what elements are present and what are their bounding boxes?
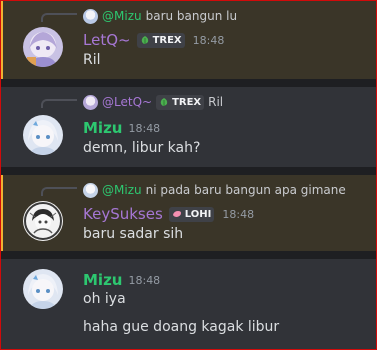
divider: [1, 79, 376, 87]
reply-author[interactable]: @Mizu: [102, 183, 142, 197]
message-3[interactable]: @Mizu ni pada baru bangun apa gimane Key…: [1, 175, 376, 251]
server-tag[interactable]: TREX: [156, 94, 205, 110]
reply-text: baru bangun lu: [145, 9, 238, 23]
timestamp[interactable]: 18:48: [193, 34, 225, 47]
server-tag[interactable]: TREX: [136, 32, 185, 48]
divider: [1, 251, 376, 259]
reply-spine: [41, 13, 77, 22]
reply-spine: [41, 187, 77, 196]
message-2[interactable]: @LetQ~ TREX Ril Mizu 18:48 demn, libur k…: [1, 87, 376, 167]
reply-spine: [41, 99, 77, 108]
avatar[interactable]: [23, 201, 63, 241]
message-header: Mizu 18:48: [83, 119, 160, 137]
reply-text: ni pada baru bangun apa gimane: [145, 183, 346, 197]
reply-avatar: [83, 8, 98, 24]
chat-window: @Mizu baru bangun lu LetQ~ TREX 18:48 Ri…: [0, 0, 377, 350]
message-content: Ril: [83, 52, 101, 68]
divider: [1, 167, 376, 175]
username[interactable]: KeySukses: [83, 205, 163, 223]
username[interactable]: Mizu: [83, 119, 122, 137]
username[interactable]: Mizu: [83, 271, 122, 289]
message-header: Mizu 18:48: [83, 271, 160, 289]
avatar[interactable]: [23, 269, 63, 309]
message-4[interactable]: Mizu 18:48 oh iya haha gue doang kagak l…: [1, 259, 376, 349]
message-1[interactable]: @Mizu baru bangun lu LetQ~ TREX 18:48 Ri…: [1, 1, 376, 79]
reply-avatar: [83, 182, 98, 198]
timestamp[interactable]: 18:48: [128, 274, 160, 287]
server-tag-label: TREX: [172, 96, 202, 108]
server-tag[interactable]: LOHI: [168, 206, 215, 222]
trex-leaf-icon: [160, 98, 168, 106]
trex-leaf-icon: [141, 36, 148, 44]
message-header: LetQ~ TREX 18:48: [83, 31, 224, 49]
reply-preview[interactable]: @Mizu ni pada baru bangun apa gimane: [83, 181, 346, 199]
avatar[interactable]: [23, 27, 63, 67]
avatar[interactable]: [23, 115, 63, 155]
message-content: haha gue doang kagak libur: [83, 319, 280, 335]
reply-avatar: [83, 94, 98, 110]
timestamp[interactable]: 18:48: [128, 122, 160, 135]
server-tag-label: LOHI: [184, 208, 212, 220]
server-tag-label: TREX: [152, 34, 182, 46]
lohi-heart-icon: [172, 211, 181, 217]
message-content: demn, libur kah?: [83, 140, 201, 156]
reply-preview[interactable]: @Mizu baru bangun lu: [83, 7, 237, 25]
timestamp[interactable]: 18:48: [222, 208, 254, 221]
message-header: KeySukses LOHI 18:48: [83, 205, 254, 223]
reply-author[interactable]: @LetQ~: [102, 95, 152, 109]
reply-text: Ril: [208, 95, 224, 109]
message-content: baru sadar sih: [83, 226, 184, 242]
reply-author[interactable]: @Mizu: [102, 9, 142, 23]
reply-preview[interactable]: @LetQ~ TREX Ril: [83, 93, 223, 111]
username[interactable]: LetQ~: [83, 31, 131, 49]
message-content: oh iya: [83, 291, 126, 307]
